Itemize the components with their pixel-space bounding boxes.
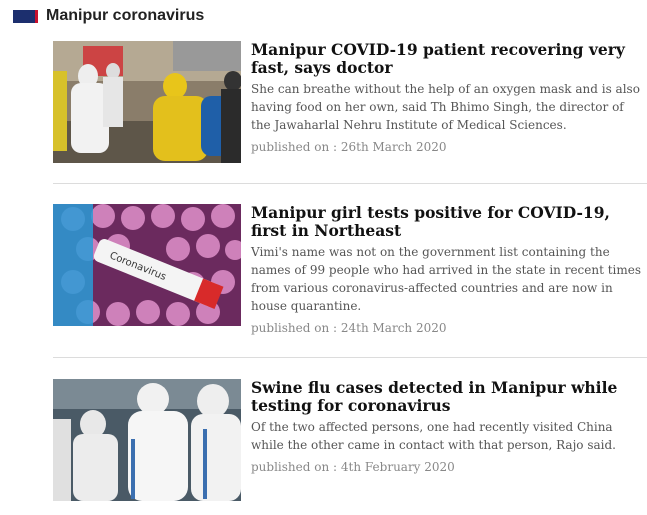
article-thumbnail[interactable]: Coronavirus bbox=[53, 204, 241, 326]
hazmat-workers-photo-icon bbox=[53, 41, 241, 163]
article-text: Swine flu cases detected in Manipur whil… bbox=[251, 379, 647, 475]
article-text: Manipur COVID-19 patient recovering very… bbox=[251, 41, 647, 155]
article-headline[interactable]: Manipur girl tests positive for COVID-19… bbox=[251, 204, 647, 240]
article-headline[interactable]: Manipur COVID-19 patient recovering very… bbox=[251, 41, 647, 77]
article-thumbnail[interactable] bbox=[53, 379, 241, 501]
article-item: Manipur COVID-19 patient recovering very… bbox=[53, 41, 647, 165]
article-summary: Of the two affected persons, one had rec… bbox=[251, 420, 616, 452]
flag-icon bbox=[13, 9, 38, 23]
medical-staff-photo-icon bbox=[53, 379, 241, 501]
article-published-date: published on : 26th March 2020 bbox=[251, 140, 447, 154]
article-published-date: published on : 4th February 2020 bbox=[251, 460, 455, 474]
divider bbox=[53, 183, 647, 184]
article-summary: She can breathe without the help of an o… bbox=[251, 82, 640, 132]
article-item: Swine flu cases detected in Manipur whil… bbox=[53, 379, 647, 503]
article-headline[interactable]: Swine flu cases detected in Manipur whil… bbox=[251, 379, 647, 415]
divider bbox=[53, 357, 647, 358]
article-published-date: published on : 24th March 2020 bbox=[251, 321, 447, 335]
article-item: Coronavirus Manipur girl tests positive … bbox=[53, 204, 647, 335]
test-tube-photo-icon: Coronavirus bbox=[53, 204, 241, 326]
section-header: Manipur coronavirus bbox=[13, 5, 204, 27]
section-title[interactable]: Manipur coronavirus bbox=[46, 7, 204, 25]
article-thumbnail[interactable] bbox=[53, 41, 241, 163]
article-summary: Vimi's name was not on the government li… bbox=[251, 245, 642, 313]
article-text: Manipur girl tests positive for COVID-19… bbox=[251, 204, 647, 336]
